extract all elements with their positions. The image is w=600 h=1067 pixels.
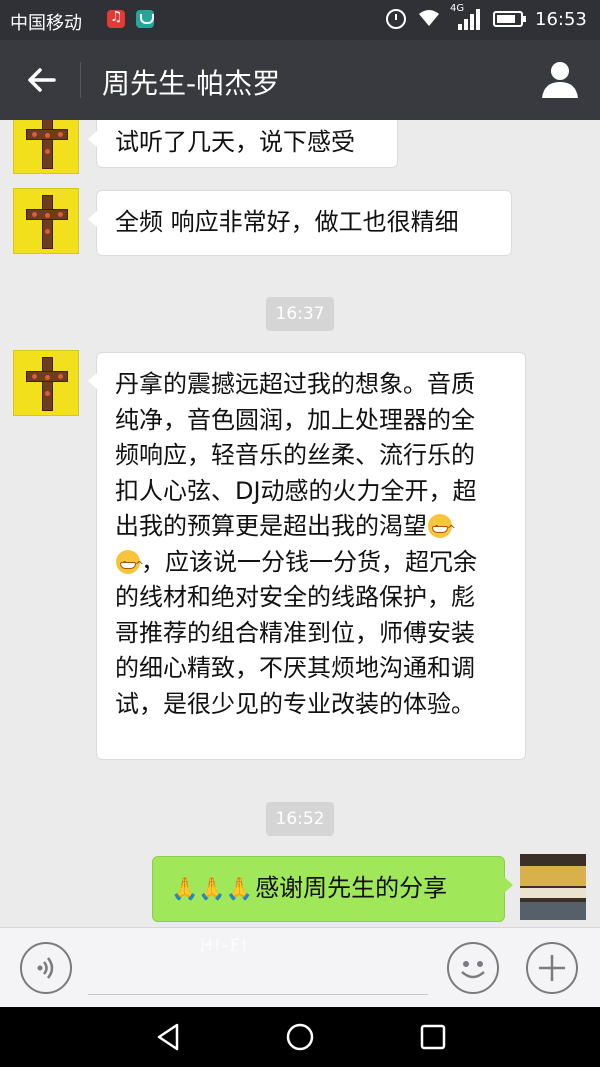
grin-emoji-icon xyxy=(428,512,457,548)
message-line: 出我的预算更是超出我的渴望 xyxy=(115,512,427,540)
my-avatar[interactable] xyxy=(520,854,586,920)
emoji-icon[interactable] xyxy=(447,942,499,994)
message-text: 感谢周先生的分享 xyxy=(255,874,448,902)
message-input[interactable] xyxy=(88,994,428,995)
message-line: 频响应，轻音乐的丝柔、流行乐的 xyxy=(115,441,475,469)
message-line: 纯净，音色圆润，加上处理器的全 xyxy=(115,405,475,434)
triangle-back-icon[interactable] xyxy=(151,1019,187,1055)
message-bubble[interactable]: 全频 响应非常好，做工也很精细 xyxy=(88,190,512,256)
chat-title: 周先生-帕杰罗 xyxy=(102,67,281,100)
message-bubble[interactable]: 试听了几天，说下感受 xyxy=(88,120,398,168)
person-icon[interactable] xyxy=(540,58,580,102)
header-divider xyxy=(80,62,81,98)
message-text: 全频 响应非常好，做工也很精细 xyxy=(115,208,459,236)
message-bubble[interactable]: 丹拿的震撼远超过我的想象。音质 纯净，音色圆润，加上处理器的全 频响应，轻音乐的… xyxy=(88,352,526,760)
security-app-icon xyxy=(136,10,154,28)
signal-icon xyxy=(458,9,480,30)
contact-avatar[interactable] xyxy=(13,188,79,254)
voice-icon[interactable] xyxy=(20,942,72,994)
music-app-icon xyxy=(107,9,125,28)
message-line-with-emoji: 出我的预算更是超出我的渴望 xyxy=(115,509,525,548)
sent-message-bubble[interactable]: 🙏🙏🙏感谢周先生的分享 xyxy=(152,856,513,922)
status-bar: 中国移动 4G 16:53 xyxy=(0,0,600,40)
battery-icon xyxy=(493,11,526,27)
input-bar: HI-FI xyxy=(0,927,600,1007)
grin-emoji-icon xyxy=(116,548,145,583)
circle-home-icon[interactable] xyxy=(282,1019,318,1055)
contact-avatar[interactable] xyxy=(13,350,79,416)
plus-icon[interactable] xyxy=(526,942,578,994)
message-line: 的细心精致，不厌其烦地沟通和调 xyxy=(115,654,475,682)
message-text: 试听了几天，说下感受 xyxy=(115,128,355,156)
message-line: 哥推荐的组合精准到位，师傅安装 xyxy=(115,618,475,647)
system-nav-bar xyxy=(0,1007,600,1067)
message-line: 的线材和绝对安全的线路保护，彪 xyxy=(115,583,475,611)
status-time: 16:53 xyxy=(535,9,587,30)
timestamp-divider: 16:52 xyxy=(266,802,334,836)
message-line: ，应该说一分钱一分货，超冗余 xyxy=(141,547,477,576)
square-recents-icon[interactable] xyxy=(415,1019,451,1055)
alarm-icon xyxy=(386,9,406,29)
arrow-left-icon[interactable] xyxy=(20,58,64,102)
message-list: 试听了几天，说下感受 全频 响应非常好，做工也很精细 16:37 丹拿的震撼远超… xyxy=(0,120,600,927)
wifi-icon xyxy=(419,10,439,26)
message-line-with-emoji: 🙏🙏🙏感谢周先生的分享 xyxy=(171,871,504,908)
watermark-text: HI-FI xyxy=(200,936,249,956)
timestamp-divider: 16:37 xyxy=(266,297,334,331)
message-line: 试，是很少见的专业改装的体验。 xyxy=(115,689,475,718)
message-line-with-emoji: ，应该说一分钱一分货，超冗余 xyxy=(115,545,525,583)
praying-hands-icon: 🙏🙏🙏 xyxy=(171,877,254,902)
message-line: 扣人心弦、DJ动感的火力全开，超 xyxy=(115,476,477,505)
chat-header: 周先生-帕杰罗 xyxy=(0,40,600,120)
carrier-label: 中国移动 xyxy=(10,13,82,34)
contact-avatar[interactable] xyxy=(13,120,79,174)
message-line: 丹拿的震撼远超过我的想象。音质 xyxy=(115,370,475,398)
